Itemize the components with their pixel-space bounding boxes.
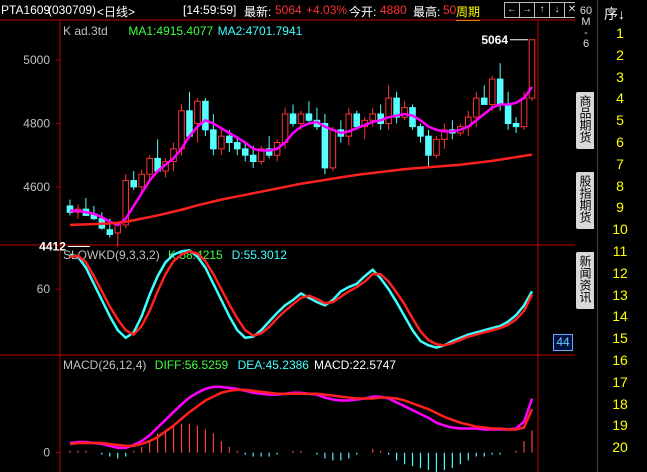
sequence-item[interactable]: 17 (598, 374, 642, 390)
sequence-header[interactable]: 序↓ (604, 4, 625, 24)
ma-line (69, 86, 534, 227)
candle-body (321, 122, 329, 169)
sequence-item[interactable]: 7 (598, 156, 642, 172)
tab-label: 商品期货 (578, 95, 592, 143)
candle-body (512, 122, 520, 128)
indicator-label: DIFF:56.5259 (155, 358, 229, 372)
sequence-item[interactable]: 13 (598, 287, 642, 303)
tab-index-futures[interactable]: 股指期货 (576, 172, 594, 229)
candle-body (194, 100, 201, 124)
candle-body (202, 100, 209, 131)
candle-body (401, 107, 408, 118)
sequence-item[interactable]: 15 (598, 330, 642, 346)
candle-body (178, 110, 185, 150)
candle-body (520, 97, 528, 128)
sequence-item[interactable]: 5 (598, 112, 642, 128)
y-tick-label: 4800 (23, 116, 50, 130)
candle-body (226, 135, 233, 144)
candle-body (297, 113, 305, 124)
sequence-item[interactable]: 1 (598, 25, 642, 41)
sequence-item[interactable]: 8 (598, 178, 642, 194)
kline-panel: 5000 4800 4600 K ad.3td MA1:4915.4077 MA2:470… (23, 24, 536, 254)
sequence-item[interactable]: 10 (598, 221, 642, 237)
macd-line (69, 388, 534, 448)
timeframe-line: 6 (582, 38, 590, 50)
indicator-label: MA2:4701.7941 (218, 24, 303, 38)
candle-body (433, 138, 440, 156)
kd-line (69, 250, 534, 347)
candle-body (233, 142, 241, 150)
sequence-item[interactable]: 20 (598, 439, 642, 455)
sequence-item[interactable]: 9 (598, 199, 642, 215)
y-tick-label: 60 (37, 282, 51, 296)
candle-body (218, 135, 225, 150)
candle-body (488, 78, 496, 105)
tab-news[interactable]: 新闻资讯 (576, 252, 594, 309)
candle-body (130, 180, 137, 188)
candle-body (289, 113, 297, 124)
sequence-item[interactable]: 19 (598, 417, 642, 433)
sequence-item[interactable]: 14 (598, 308, 642, 324)
sequence-item[interactable]: 18 (598, 396, 642, 412)
candle-body (305, 113, 313, 121)
chart-frame (0, 19, 575, 472)
y-tick-label: 5000 (23, 53, 50, 67)
count-badge[interactable]: 44 (553, 334, 573, 351)
candle-body (210, 129, 217, 150)
candle-body (496, 78, 504, 105)
tab-label: 股指期货 (578, 175, 592, 223)
panel-title: MACD(26,12,4) (63, 358, 146, 372)
sequence-item[interactable]: 4 (598, 90, 642, 106)
panel-title: K ad.3td (63, 24, 108, 38)
macd-panel: 0 MACD(26,12,4) DIFF:56.5259 DEA:45.2386 MAC… (43, 358, 534, 472)
candle-body (241, 148, 249, 156)
sequence-item[interactable]: 6 (598, 134, 642, 150)
candle-body (369, 113, 376, 121)
sequence-item[interactable]: 12 (598, 265, 642, 281)
slowkd-panel: 60SLOWKD(9,3,3,2) K:58.4215 D:55.3012 (37, 248, 534, 349)
macd-line (69, 385, 534, 450)
tab-label: 新闻资讯 (578, 255, 592, 303)
annotation-label: 5064 (481, 33, 508, 47)
sequence-item[interactable]: 3 (598, 69, 642, 85)
candle-body (504, 103, 512, 124)
y-tick-label: 4600 (23, 180, 50, 194)
candle-body (249, 154, 257, 163)
candle-body (281, 113, 289, 144)
candle-body (106, 229, 114, 235)
candle-body (353, 113, 361, 128)
candle-body (138, 173, 145, 188)
timeframe-header[interactable]: 60 M - 6 (575, 6, 597, 50)
sequence-item[interactable]: 16 (598, 352, 642, 368)
candle-body (472, 97, 480, 118)
indicator-label: D:55.3012 (232, 248, 288, 262)
indicator-label: DEA:45.2386 (238, 358, 310, 372)
candle-body (146, 157, 153, 175)
sequence-item[interactable]: 11 (598, 243, 642, 259)
candle-body (417, 126, 424, 137)
tab-commodity-futures[interactable]: 商品期货 (576, 92, 594, 149)
sequence-item[interactable]: 2 (598, 47, 642, 63)
indicator-label: MA1:4915.4077 (128, 24, 213, 38)
candle-body (385, 97, 392, 124)
candle-body (425, 135, 432, 156)
indicator-label: MACD:22.5747 (314, 358, 396, 372)
y-tick-label: 0 (43, 446, 50, 460)
chart-canvas[interactable]: 5000 4800 4600 K ad.3td MA1:4915.4077 MA2:470… (0, 0, 575, 472)
sequence-column: 序↓ 1 2 3 4 5 6 7 8 9 10 11 12 13 14 15 16 17 18 19 20 (597, 0, 647, 472)
candle-body (329, 129, 337, 169)
ma-line (69, 153, 533, 227)
candle-body (480, 97, 488, 105)
side-tabs: 60 M - 6 商品期货 股指期货 新闻资讯 (575, 0, 597, 472)
